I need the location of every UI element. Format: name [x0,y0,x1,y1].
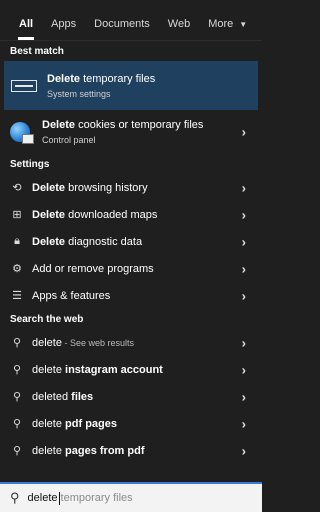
chevron-right-icon[interactable]: › [242,288,246,303]
item-label: Delete browsing history [32,181,148,194]
tab-more[interactable]: More ▼ [199,18,256,40]
tab-documents[interactable]: Documents [85,18,159,40]
result-cookies-item[interactable]: Delete cookies or temporary files Contro… [0,110,262,154]
web-result-item[interactable]: ⚲ delete - See web results › [0,329,262,356]
settings-item-diagnostic-data[interactable]: 🔒︎ Delete diagnostic data › [0,228,262,255]
tab-label: More [208,18,234,30]
tab-web[interactable]: Web [159,18,199,40]
best-match-item[interactable]: Delete temporary files System settings [4,61,258,110]
tab-label: All [19,18,34,30]
tab-label: Web [167,18,191,30]
item-label: delete pages from pdf [32,444,145,457]
chevron-right-icon[interactable]: › [242,443,246,458]
item-label: delete instagram account [32,363,163,376]
item-label: Apps & features [32,289,111,302]
chevron-right-icon[interactable]: › [242,207,246,222]
item-label: Delete downloaded maps [32,208,158,221]
internet-options-globe-icon [10,122,34,144]
result-title: Delete cookies or temporary files [42,119,204,131]
web-result-item[interactable]: ⚲ deleted files › [0,383,262,410]
settings-item-add-remove-programs[interactable]: ⚙ Add or remove programs › [0,255,262,282]
best-match-subtitle: System settings [47,88,111,99]
search-icon: ⚲ [10,490,20,505]
search-autocomplete-suggestion: temporary files [60,492,133,504]
section-settings: Settings [10,159,50,170]
settings-item-browsing-history[interactable]: ⟲ Delete browsing history › [0,174,262,201]
display-settings-icon [11,79,37,92]
tab-apps[interactable]: Apps [42,18,85,40]
gear-icon: ⚙ [12,263,22,275]
lock-icon: 🔒︎ [14,235,20,247]
caret-down-icon: ▼ [239,19,248,29]
text-cursor [58,491,60,505]
settings-item-apps-features[interactable]: ☰ Apps & features › [0,282,262,309]
tab-all[interactable]: All [10,18,42,40]
web-result-item[interactable]: ⚲ delete instagram account › [0,356,262,383]
chevron-right-icon[interactable]: › [242,362,246,377]
web-result-item[interactable]: ⚲ delete pdf pages › [0,410,262,437]
item-label: Add or remove programs [32,262,154,275]
search-icon: ⚲ [12,418,22,430]
search-icon: ⚲ [12,364,22,376]
search-icon: ⚲ [12,337,22,349]
chevron-right-icon[interactable]: › [242,261,246,276]
web-result-item[interactable]: ⚲ delete pages from pdf › [0,437,262,464]
search-icon: ⚲ [12,445,22,457]
browser-history-icon: ⟲ [12,182,22,194]
chevron-right-icon[interactable]: › [242,234,246,249]
chevron-right-icon[interactable]: › [242,125,246,140]
list-icon: ☰ [12,290,22,302]
filter-tabs: All Apps Documents Web More ▼ [0,0,262,41]
search-box[interactable]: ⚲ delete temporary files [0,482,262,512]
tab-label: Apps [51,18,77,30]
settings-item-downloaded-maps[interactable]: ⊞ Delete downloaded maps › [0,201,262,228]
section-search-web: Search the web [10,314,84,325]
item-label: deleted files [32,390,94,403]
section-best-match: Best match [10,46,64,57]
tab-label: Documents [94,18,150,30]
search-icon: ⚲ [12,391,22,403]
result-subtitle: Control panel [42,135,96,145]
chevron-right-icon[interactable]: › [242,389,246,404]
item-label: delete pdf pages [32,417,117,430]
map-icon: ⊞ [12,209,22,221]
item-label: delete - See web results [32,336,135,349]
chevron-right-icon[interactable]: › [242,416,246,431]
item-label: Delete diagnostic data [32,235,143,248]
chevron-right-icon[interactable]: › [242,335,246,350]
chevron-right-icon[interactable]: › [242,180,246,195]
best-match-title: Delete temporary files [47,72,156,85]
search-typed-text[interactable]: delete [28,492,58,504]
